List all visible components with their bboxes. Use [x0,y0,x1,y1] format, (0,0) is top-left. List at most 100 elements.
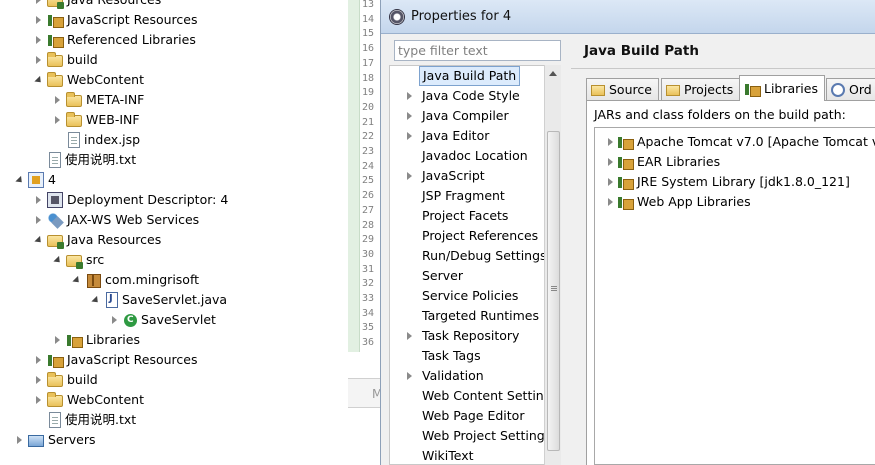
nav-item[interactable]: Run/Debug Settings [390,246,550,266]
line-number: 24 [362,160,375,172]
tab-ord[interactable]: Ord [826,78,875,100]
tab-libraries[interactable]: Libraries [739,75,825,101]
tree-item[interactable]: WEB-INF [0,110,140,130]
collapse-arrow-icon[interactable] [52,90,64,110]
expand-arrow-icon[interactable] [605,152,617,172]
collapse-arrow-icon[interactable] [52,110,64,130]
nav-item[interactable]: Task Repository [390,326,550,346]
nav-item[interactable]: JSP Fragment [390,186,550,206]
expand-arrow-icon[interactable] [404,166,416,186]
collapse-arrow-icon[interactable] [109,310,121,330]
library-item[interactable]: Apache Tomcat v7.0 [Apache Tomcat v7.0] [595,132,875,152]
tree-item[interactable]: Servers [0,430,96,450]
filter-input[interactable] [394,40,561,61]
tree-item[interactable]: 使用说明.txt [0,150,136,170]
expand-arrow-icon[interactable] [605,192,617,212]
tree-item[interactable]: Referenced Libraries [0,30,196,50]
nav-item[interactable]: Java Build Path [390,66,550,86]
tree-item[interactable]: JavaScript Resources [0,350,197,370]
nav-item-label: Server [422,268,463,283]
tree-item[interactable]: JavaScript Resources [0,10,197,30]
nav-item[interactable]: WikiText [390,446,550,465]
nav-item[interactable]: Project Facets [390,206,550,226]
library-item[interactable]: EAR Libraries [595,152,720,172]
tree-item[interactable]: SaveServlet.java [0,290,227,310]
expand-arrow-icon[interactable] [33,70,45,90]
minimized-view-tab[interactable]: M [348,378,382,408]
expand-arrow-icon[interactable] [404,366,416,386]
tree-item[interactable]: Deployment Descriptor: 4 [0,190,228,210]
nav-item-label: Run/Debug Settings [422,248,547,263]
line-number: 14 [362,13,375,25]
tab-source[interactable]: Source [586,78,659,100]
class-icon [124,313,137,327]
expand-arrow-icon[interactable] [404,326,416,346]
nav-item[interactable]: Web Page Editor [390,406,550,426]
tree-item[interactable]: build [0,370,98,390]
expand-arrow-icon[interactable] [404,86,416,106]
nav-item[interactable]: Server [390,266,550,286]
expand-arrow-icon[interactable] [90,290,102,310]
collapse-arrow-icon[interactable] [33,0,45,10]
tree-item[interactable]: index.jsp [0,130,140,150]
tree-item[interactable]: src [0,250,104,270]
library-item[interactable]: JRE System Library [jdk1.8.0_121] [595,172,850,192]
collapse-arrow-icon[interactable] [33,390,45,410]
dialog-titlebar[interactable]: Properties for 4 [381,0,875,34]
tree-item[interactable]: META-INF [0,90,144,110]
web-services-icon [47,212,63,228]
tree-item[interactable]: Libraries [0,330,140,350]
nav-item[interactable]: Task Tags [390,346,550,366]
expand-arrow-icon[interactable] [404,126,416,146]
scroll-up-icon[interactable] [545,65,562,82]
library-label: EAR Libraries [637,154,721,169]
nav-item[interactable]: Targeted Runtimes [390,306,550,326]
collapse-arrow-icon[interactable] [33,30,45,50]
expand-arrow-icon[interactable] [404,106,416,126]
expand-arrow-icon[interactable] [52,250,64,270]
tree-item-label: JavaScript Resources [67,12,198,27]
expand-arrow-icon[interactable] [33,230,45,250]
library-item[interactable]: Web App Libraries [595,192,751,212]
nav-item[interactable]: Java Editor [390,126,550,146]
expand-arrow-icon[interactable] [71,270,83,290]
collapse-arrow-icon[interactable] [33,370,45,390]
nav-item[interactable]: Project References [390,226,550,246]
nav-item[interactable]: Javadoc Location [390,146,550,166]
java-resources-icon [47,235,64,249]
scrollbar-thumb[interactable] [547,131,560,451]
tab-projects[interactable]: Projects [661,78,741,100]
tree-item[interactable]: 使用说明.txt [0,410,136,430]
collapse-arrow-icon[interactable] [14,430,26,450]
nav-item[interactable]: Service Policies [390,286,550,306]
collapse-arrow-icon[interactable] [33,210,45,230]
collapse-arrow-icon[interactable] [33,10,45,30]
tree-item[interactable]: Java Resources [0,230,161,250]
nav-item[interactable]: Web Project Settings [390,426,551,446]
nav-item[interactable]: JavaScript [390,166,550,186]
tree-item[interactable]: build [0,50,98,70]
nav-item[interactable]: Web Content Settings [390,386,558,406]
tree-item[interactable]: WebContent [0,70,144,90]
collapse-arrow-icon[interactable] [33,350,45,370]
expand-arrow-icon[interactable] [14,170,26,190]
tree-item[interactable]: WebContent [0,390,144,410]
tree-item[interactable]: com.mingrisoft [0,270,199,290]
deployment-descriptor-icon [47,192,63,208]
nav-item[interactable]: Validation [390,366,550,386]
collapse-arrow-icon[interactable] [33,190,45,210]
nav-item-label: Java Editor [422,128,490,143]
nav-item[interactable]: Java Code Style [390,86,550,106]
tree-item[interactable]: JAX-WS Web Services [0,210,199,230]
tree-item[interactable]: 4 [0,170,56,190]
collapse-arrow-icon[interactable] [33,50,45,70]
expand-arrow-icon[interactable] [605,172,617,192]
nav-item[interactable]: Java Compiler [390,106,550,126]
tree-item[interactable]: SaveServlet [0,310,216,330]
tree-item-label: 使用说明.txt [65,152,137,167]
collapse-arrow-icon[interactable] [52,330,64,350]
nav-scrollbar[interactable] [544,65,561,465]
tree-item[interactable]: Java Resources [0,0,161,10]
package-icon [85,272,101,288]
expand-arrow-icon[interactable] [605,132,617,152]
